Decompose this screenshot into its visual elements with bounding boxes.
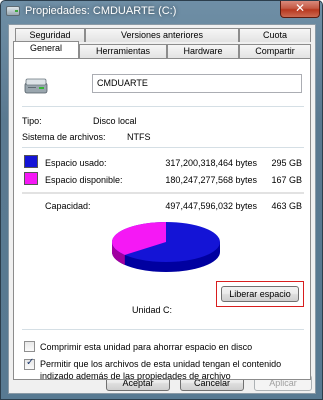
- checkmark-icon: ✓: [26, 357, 35, 368]
- highlight-annotation: [216, 281, 304, 307]
- free-space-label: Espacio disponible:: [45, 175, 123, 185]
- hard-drive-icon: [24, 78, 48, 94]
- capacity-label: Capacidad:: [45, 201, 91, 211]
- tab-label: Herramientas: [95, 46, 151, 56]
- compress-drive-checkbox[interactable]: [24, 341, 35, 352]
- capacity-size: 463 GB: [271, 201, 302, 211]
- tab-label: General: [29, 43, 63, 53]
- tab-label: Hardware: [183, 46, 223, 56]
- used-space-swatch: [24, 155, 38, 168]
- index-drive-label-line2: indizado además de las propiedades de ar…: [40, 371, 231, 381]
- title-bar[interactable]: Propiedades: CMDUARTE (C:) ✕: [1, 1, 322, 23]
- free-space-bytes: 180,247,277,568 bytes: [165, 175, 257, 185]
- disk-usage-pie-chart: [112, 222, 220, 272]
- free-space-swatch: [24, 172, 38, 185]
- close-button[interactable]: ✕: [280, 1, 320, 18]
- filesystem-label: Sistema de archivos:: [22, 132, 106, 142]
- drive-icon: [6, 6, 20, 16]
- compress-drive-label: Comprimir esta unidad para ahorrar espac…: [40, 342, 253, 352]
- tab-label: Cuota: [262, 30, 288, 40]
- tab-cuota[interactable]: Cuota: [239, 28, 311, 42]
- properties-window: Propiedades: CMDUARTE (C:) ✕ Seguridad V…: [0, 0, 323, 400]
- close-icon: ✕: [294, 1, 306, 15]
- window-title: Propiedades: CMDUARTE (C:): [25, 5, 177, 17]
- tab-herramientas[interactable]: Herramientas: [79, 44, 167, 58]
- tab-general[interactable]: General: [13, 41, 79, 58]
- separator: [22, 192, 304, 194]
- used-space-bytes: 317,200,318,464 bytes: [165, 158, 257, 168]
- separator: [22, 106, 304, 107]
- tab-label: Compartir: [255, 46, 295, 56]
- type-label: Tipo:: [22, 116, 42, 126]
- type-value: Disco local: [93, 116, 137, 126]
- tab-versiones-anteriores[interactable]: Versiones anteriores: [85, 28, 239, 42]
- tab-hardware[interactable]: Hardware: [167, 44, 239, 58]
- free-space-size: 167 GB: [271, 175, 302, 185]
- used-space-label: Espacio usado:: [45, 158, 107, 168]
- capacity-bytes: 497,447,596,032 bytes: [165, 201, 257, 211]
- index-drive-label-line1: Permitir que los archivos de esta unidad…: [40, 359, 282, 369]
- used-space-size: 295 GB: [271, 158, 302, 168]
- tab-compartir[interactable]: Compartir: [239, 44, 311, 58]
- tab-label: Seguridad: [29, 30, 71, 40]
- separator: [22, 147, 304, 148]
- tab-seguridad[interactable]: Seguridad: [15, 28, 85, 42]
- dialog-client-area: Seguridad Versiones anteriores Cuota Gen…: [8, 24, 316, 394]
- tab-label: Versiones anteriores: [120, 30, 204, 40]
- index-drive-checkbox[interactable]: ✓: [24, 357, 35, 370]
- filesystem-value: NTFS: [127, 132, 151, 142]
- drive-name-input[interactable]: CMDUARTE: [92, 74, 302, 93]
- separator: [22, 329, 304, 330]
- drive-letter-label: Unidad C:: [132, 305, 173, 315]
- general-tab-panel: CMDUARTE Tipo: Disco local Sistema de ar…: [13, 58, 311, 381]
